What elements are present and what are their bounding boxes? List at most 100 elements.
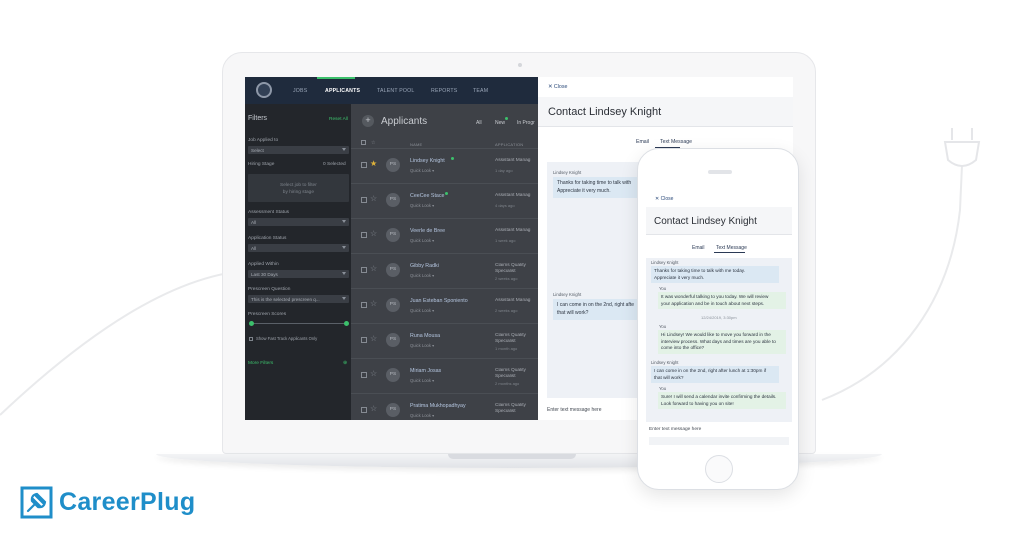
add-applicant-button[interactable]: + [362, 115, 374, 127]
close-button[interactable]: ✕ Close [655, 196, 673, 202]
logo-icon[interactable] [256, 82, 272, 98]
prescreen-question-select[interactable]: This is the selected prescreen q... [248, 295, 349, 303]
star-column-icon: ☆ [371, 140, 376, 146]
job-filter-select[interactable]: Select [248, 146, 349, 154]
reset-all-link[interactable]: Reset All [329, 117, 348, 122]
close-button[interactable]: ✕ Close [548, 84, 567, 90]
select-all-checkbox[interactable] [361, 140, 366, 145]
job-filter-value: Select [251, 147, 264, 153]
star-icon[interactable]: ☆ [370, 229, 377, 238]
table-row[interactable]: ☆ PS CeeCee Stace Quick Look ▾ Assistant Man… [351, 183, 538, 217]
row-checkbox[interactable] [361, 407, 367, 413]
row-checkbox[interactable] [361, 197, 367, 203]
stage-filter-placeholder: Select job to filter by hiring stage [280, 183, 317, 195]
applicant-name[interactable]: Runa Mousa [410, 333, 440, 339]
col-application-header[interactable]: APPLICATION [495, 142, 523, 147]
assessment-filter-select[interactable]: All [248, 218, 349, 226]
fast-track-label: Show Fast Track Applicants Only [256, 336, 318, 341]
applicant-name[interactable]: Juan Esteban Sponiento [410, 298, 468, 304]
quick-look-link[interactable]: Quick Look ▾ [410, 343, 434, 348]
quick-look-label: Quick Look [410, 168, 431, 173]
applicant-name[interactable]: Miriam Josas [410, 368, 441, 374]
tab-text-message[interactable]: Text Message [660, 139, 692, 145]
applied-filter-select[interactable]: Last 30 Days [248, 270, 349, 278]
applied-job: Assistant Manag [495, 193, 531, 198]
camera-icon [518, 63, 522, 67]
applied-job: Assistant Manag [495, 158, 531, 163]
nav-team[interactable]: TEAM [473, 88, 488, 94]
star-icon[interactable]: ☆ [370, 264, 377, 273]
phone-panel-title: Contact Lindsey Knight [654, 216, 757, 227]
row-checkbox[interactable] [361, 162, 367, 168]
phone-screen: ✕ Close Contact Lindsey Knight Email Tex… [646, 189, 792, 447]
message-input-field[interactable] [649, 437, 789, 445]
message-input[interactable]: Enter text message here [547, 407, 601, 413]
quick-look-link[interactable]: Quick Look ▾ [410, 203, 434, 208]
star-icon[interactable]: ★ [370, 159, 377, 168]
tab-in-progress[interactable]: In Progr [517, 120, 535, 126]
table-row[interactable]: ☆ PS Veerle de Bree Quick Look ▾ Assistant M… [351, 218, 538, 252]
table-row[interactable]: ★ PS Lindsey Knight Quick Look ▾ Assistant M… [351, 148, 538, 182]
star-icon[interactable]: ☆ [370, 194, 377, 203]
applicant-name[interactable]: Gibby Radki [410, 263, 439, 269]
table-row[interactable]: ☆ PS Gibby Radki Quick Look ▾ Claims Quality… [351, 253, 538, 287]
row-checkbox[interactable] [361, 337, 367, 343]
message-bubble: Sure! I will send a calendar invite conf… [658, 392, 786, 410]
filters-title: Filters [248, 115, 268, 122]
applicant-name[interactable]: Pratima Mukhopadhyay [410, 403, 466, 409]
new-indicator-dot [505, 117, 508, 120]
quick-look-link[interactable]: Quick Look ▾ [410, 273, 434, 278]
tab-email[interactable]: Email [692, 245, 705, 251]
quick-look-link[interactable]: Quick Look ▾ [410, 413, 434, 418]
row-checkbox[interactable] [361, 267, 367, 273]
assessment-filter-label: Assessment Status [248, 210, 290, 215]
nav-jobs[interactable]: JOBS [293, 88, 307, 94]
applicant-name[interactable]: Veerle de Bree [410, 228, 445, 234]
table-row[interactable]: ☆ PS Runa Mousa Quick Look ▾ Claims Quality S… [351, 323, 538, 357]
star-icon[interactable]: ☆ [370, 404, 377, 413]
applied-date: 1 week ago [495, 238, 516, 243]
quick-look-link[interactable]: Quick Look ▾ [410, 378, 434, 383]
col-name-header[interactable]: NAME [410, 142, 422, 147]
fast-track-checkbox[interactable] [249, 337, 253, 341]
tab-new[interactable]: New [495, 120, 505, 126]
more-filters-link[interactable]: More Filters [248, 361, 273, 366]
chevron-down-icon [342, 246, 346, 249]
table-row[interactable]: ☆ PS Miriam Josas Quick Look ▾ Claims Qualit… [351, 358, 538, 392]
message-input[interactable]: Enter text message here [649, 427, 701, 432]
filters-sidebar: Filters Reset All Job Applied to Select … [245, 104, 351, 420]
row-checkbox[interactable] [361, 372, 367, 378]
star-icon[interactable]: ☆ [370, 334, 377, 343]
nav-talent-pool[interactable]: TALENT POOL [377, 88, 414, 94]
star-icon[interactable]: ☆ [370, 299, 377, 308]
slider-min-handle[interactable] [249, 321, 254, 326]
table-row[interactable]: ☆ PS Pratima Mukhopadhyay Quick Look ▾ Claim… [351, 393, 538, 420]
applied-date: 2 weeks ago [495, 276, 518, 281]
slider-max-handle[interactable] [344, 321, 349, 326]
quick-look-link[interactable]: Quick Look ▾ [410, 168, 434, 173]
star-icon[interactable]: ☆ [370, 369, 377, 378]
message-sender: You [659, 386, 667, 391]
message-sender: You [659, 286, 667, 291]
message-sender: Lindsey Knight [651, 360, 679, 365]
phone-message-thread: Lindsey Knight Thanks for taking time to… [646, 258, 792, 422]
prescreen-scores-slider[interactable] [250, 323, 347, 324]
applicant-name[interactable]: Lindsey Knight [410, 158, 445, 164]
avatar: PS [386, 298, 400, 312]
table-row[interactable]: ☆ PS Juan Esteban Sponiento Quick Look ▾ Ass… [351, 288, 538, 322]
row-checkbox[interactable] [361, 232, 367, 238]
plus-icon[interactable]: ⊕ [343, 361, 347, 366]
tab-email[interactable]: Email [636, 139, 649, 145]
tab-all[interactable]: All [476, 120, 482, 126]
applicant-name[interactable]: CeeCee Stace [410, 193, 444, 199]
row-checkbox[interactable] [361, 302, 367, 308]
applied-date: 1 day ago [495, 168, 513, 173]
quick-look-link[interactable]: Quick Look ▾ [410, 238, 434, 243]
nav-applicants[interactable]: APPLICANTS [325, 88, 360, 94]
application-filter-select[interactable]: All [248, 244, 349, 252]
quick-look-link[interactable]: Quick Look ▾ [410, 308, 434, 313]
avatar: PS [386, 368, 400, 382]
nav-reports[interactable]: REPORTS [431, 88, 457, 94]
quick-look-label: Quick Look [410, 413, 431, 418]
tab-text-message[interactable]: Text Message [716, 245, 747, 251]
